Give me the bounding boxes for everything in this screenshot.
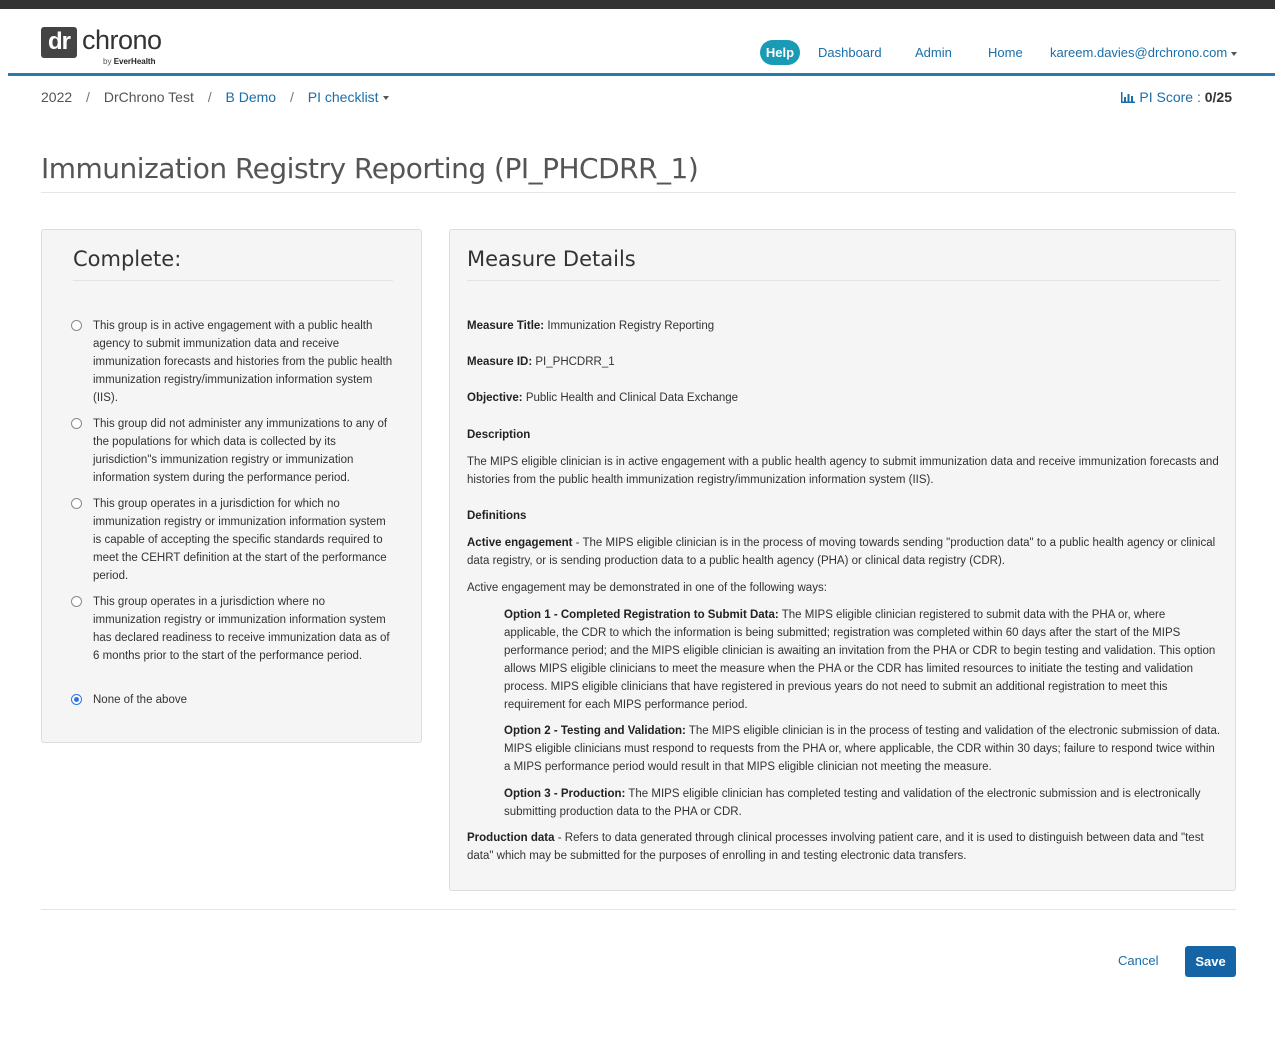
chevron-down-icon bbox=[1231, 51, 1238, 56]
objective-value: Public Health and Clinical Data Exchange bbox=[525, 392, 739, 404]
bar-chart-icon bbox=[1121, 92, 1136, 103]
measure-title-label: Measure Title: bbox=[467, 320, 545, 332]
active-engagement-text: - The MIPS eligible clinician is in the … bbox=[467, 537, 1216, 567]
measure-title-value: Immunization Registry Reporting bbox=[547, 320, 715, 332]
footer-divider bbox=[41, 909, 1236, 910]
definitions-heading: Definitions bbox=[467, 507, 1222, 525]
complete-heading: Complete: bbox=[73, 247, 182, 271]
measure-details-heading: Measure Details bbox=[467, 247, 636, 271]
measure-details-divider bbox=[467, 280, 1220, 281]
breadcrumb-provider-link[interactable]: B Demo bbox=[226, 89, 277, 105]
radio-button-selected[interactable] bbox=[71, 694, 82, 705]
breadcrumb-checklist-label: PI checklist bbox=[307, 89, 379, 105]
nav-admin-link[interactable]: Admin bbox=[915, 45, 952, 60]
save-button[interactable]: Save bbox=[1185, 946, 1236, 977]
pi-score-separator: : bbox=[1196, 89, 1201, 105]
objective-label: Objective: bbox=[467, 392, 523, 404]
option-label: This group operates in a jurisdiction fo… bbox=[93, 498, 387, 582]
complete-option-active-engagement[interactable]: This group is in active engagement with … bbox=[71, 317, 393, 407]
breadcrumb-checklist-dropdown[interactable]: PI checklist bbox=[308, 89, 389, 105]
option-1-label: Option 1 - Completed Registration to Sub… bbox=[504, 609, 779, 621]
pi-score-label: PI Score bbox=[1139, 89, 1194, 105]
measure-objective: Objective: Public Health and Clinical Da… bbox=[467, 389, 1222, 407]
complete-option-no-registry-capable[interactable]: This group operates in a jurisdiction fo… bbox=[71, 495, 393, 585]
complete-option-no-immunizations[interactable]: This group did not administer any immuni… bbox=[71, 415, 393, 487]
option-2: Option 2 - Testing and Validation: The M… bbox=[504, 722, 1222, 776]
description-text: The MIPS eligible clinician is in active… bbox=[467, 456, 1219, 486]
option-label: This group is in active engagement with … bbox=[93, 320, 393, 404]
option-3: Option 3 - Production: The MIPS eligible… bbox=[504, 785, 1222, 821]
pi-score-link[interactable]: PI Score : 0/25 bbox=[1121, 89, 1232, 105]
option-1: Option 1 - Completed Registration to Sub… bbox=[504, 606, 1222, 714]
measure-id-value: PI_PHCDRR_1 bbox=[535, 356, 615, 368]
nav-home-link[interactable]: Home bbox=[988, 45, 1023, 60]
measure-id-label: Measure ID: bbox=[467, 356, 533, 368]
breadcrumb-year: 2022 bbox=[41, 89, 73, 105]
cancel-button[interactable]: Cancel bbox=[1118, 953, 1158, 968]
description-heading: Description bbox=[467, 426, 1222, 444]
page-title: Immunization Registry Reporting (PI_PHCD… bbox=[41, 152, 699, 185]
help-button[interactable]: Help bbox=[760, 40, 800, 65]
user-menu[interactable]: kareem.davies@drchrono.com bbox=[1050, 45, 1238, 60]
title-divider bbox=[41, 192, 1236, 193]
option-2-label: Option 2 - Testing and Validation: bbox=[504, 725, 686, 737]
logo-mark: dr bbox=[41, 27, 77, 58]
definitions-heading-text: Definitions bbox=[467, 510, 527, 522]
complete-panel: Complete: This group is in active engage… bbox=[41, 229, 422, 743]
user-email: kareem.davies@drchrono.com bbox=[1050, 45, 1228, 60]
production-data-definition: Production data - Refers to data generat… bbox=[467, 829, 1222, 865]
logo-byline-brand: EverHealth bbox=[113, 57, 156, 66]
option-1-text: The MIPS eligible clinician registered t… bbox=[504, 609, 1216, 711]
breadcrumb-separator: / bbox=[289, 89, 294, 105]
active-engagement-definition: Active engagement - The MIPS eligible cl… bbox=[467, 534, 1222, 570]
radio-button[interactable] bbox=[71, 320, 82, 331]
breadcrumb-practice: DrChrono Test bbox=[103, 89, 194, 105]
option-label: This group did not administer any immuni… bbox=[93, 418, 388, 484]
logo-byline-prefix: by bbox=[103, 57, 112, 66]
nav-dashboard-link[interactable]: Dashboard bbox=[818, 45, 882, 60]
complete-option-none[interactable]: None of the above bbox=[71, 691, 393, 709]
radio-button[interactable] bbox=[71, 596, 82, 607]
top-dark-bar bbox=[0, 0, 1275, 9]
ways-text: Active engagement may be demonstrated in… bbox=[467, 582, 827, 594]
drchrono-logo[interactable]: dr chrono by EverHealth bbox=[41, 25, 181, 69]
measure-id: Measure ID: PI_PHCDRR_1 bbox=[467, 353, 1222, 371]
option-3-label: Option 3 - Production: bbox=[504, 788, 626, 800]
complete-option-no-registry-ready[interactable]: This group operates in a jurisdiction wh… bbox=[71, 593, 393, 665]
logo-byline: by EverHealth bbox=[103, 57, 155, 66]
chevron-down-icon bbox=[382, 96, 389, 101]
navbar bbox=[0, 9, 1275, 75]
pi-score-value: 0/25 bbox=[1204, 89, 1232, 105]
radio-button[interactable] bbox=[71, 498, 82, 509]
production-data-text: - Refers to data generated through clini… bbox=[467, 832, 1204, 862]
production-data-label: Production data bbox=[467, 832, 555, 844]
description-heading-text: Description bbox=[467, 429, 531, 441]
option-label: This group operates in a jurisdiction wh… bbox=[93, 596, 390, 662]
complete-heading-divider bbox=[73, 280, 393, 281]
breadcrumb-separator: / bbox=[207, 89, 212, 105]
breadcrumb: 2022 / DrChrono Test / B Demo / PI check… bbox=[41, 89, 389, 105]
radio-button[interactable] bbox=[71, 418, 82, 429]
measure-title: Measure Title: Immunization Registry Rep… bbox=[467, 317, 1222, 335]
logo-wordmark: chrono bbox=[82, 25, 162, 55]
breadcrumb-separator: / bbox=[86, 89, 90, 105]
measure-details-panel: Measure Details Measure Title: Immunizat… bbox=[449, 229, 1236, 891]
active-engagement-label: Active engagement bbox=[467, 537, 573, 549]
option-label: None of the above bbox=[93, 694, 187, 706]
navbar-underline bbox=[8, 73, 1275, 76]
